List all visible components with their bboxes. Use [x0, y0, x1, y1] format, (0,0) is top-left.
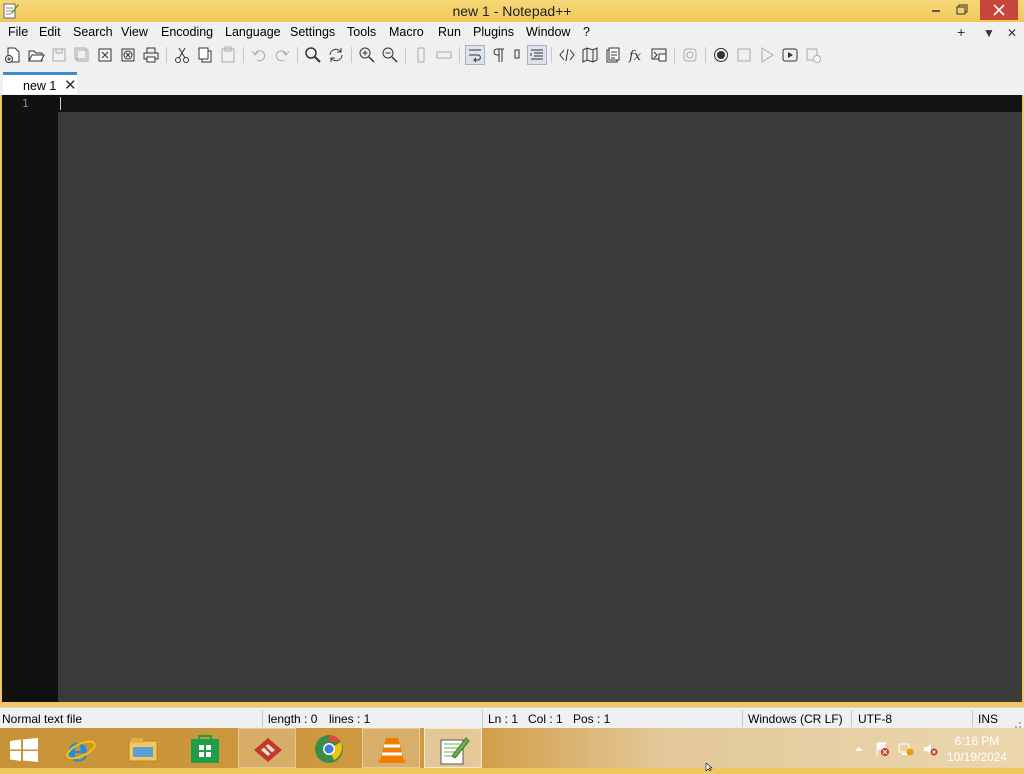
monitoring-icon[interactable] [650, 46, 668, 64]
status-insert-mode: INS [978, 712, 999, 726]
zoom-out-icon[interactable] [381, 46, 399, 64]
show-all-chars-icon[interactable] [490, 46, 508, 64]
close-all-icon[interactable] [119, 46, 137, 64]
start-button[interactable] [10, 738, 38, 762]
document-map-icon[interactable] [527, 45, 547, 65]
new-file-icon[interactable] [4, 46, 22, 64]
print-icon[interactable] [142, 46, 160, 64]
resize-grip-icon[interactable] [1014, 718, 1022, 728]
replace-icon[interactable] [327, 46, 345, 64]
menu-file[interactable]: File [8, 25, 28, 39]
menu-encoding[interactable]: Encoding [161, 25, 213, 39]
internet-explorer-icon[interactable]: e [52, 728, 110, 768]
redo-icon[interactable] [273, 46, 291, 64]
taskbar: e 6:16 PM 10/19/2024 [0, 728, 1024, 768]
menu-help[interactable]: ? [583, 25, 590, 39]
chrome-icon[interactable] [300, 728, 358, 768]
minimize-button[interactable] [925, 0, 947, 20]
mouse-cursor-icon [705, 760, 715, 772]
menu-tools[interactable]: Tools [347, 25, 376, 39]
current-line-highlight [58, 95, 1022, 112]
tab-close-button[interactable]: ✕ [64, 76, 77, 94]
title-bar[interactable]: new 1 - Notepad++ [0, 0, 1024, 22]
line-number: 1 [22, 97, 29, 110]
add-tab-button[interactable]: + [957, 24, 965, 40]
word-wrap-icon[interactable] [465, 45, 485, 65]
copy-icon[interactable] [196, 46, 214, 64]
document-list-icon[interactable]: fx [627, 46, 645, 64]
menu-edit[interactable]: Edit [39, 25, 61, 39]
status-ln: Ln : 1 [488, 712, 519, 726]
status-file-type: Normal text file [2, 712, 83, 726]
indent-guide-icon[interactable] [509, 46, 527, 64]
status-eol[interactable]: Windows (CR LF) [748, 712, 843, 726]
function-list-icon[interactable] [604, 46, 622, 64]
tab-bar: new 1 ✕ [0, 68, 1024, 95]
menu-search[interactable]: Search [73, 25, 113, 39]
macro-list-icon[interactable] [804, 46, 822, 64]
notepad-plus-plus-icon[interactable] [424, 728, 482, 768]
file-explorer-icon[interactable] [114, 728, 172, 768]
taskbar-clock[interactable]: 6:16 PM 10/19/2024 [944, 733, 1010, 765]
status-bar: Normal text file length : 0 lines : 1 Ln… [0, 707, 1024, 729]
store-icon[interactable] [176, 728, 234, 768]
menu-macro[interactable]: Macro [389, 25, 424, 39]
save-icon[interactable] [50, 46, 68, 64]
sync-vertical-icon[interactable] [412, 46, 430, 64]
user-defined-language-icon[interactable] [558, 46, 576, 64]
stop-macro-icon[interactable] [712, 46, 730, 64]
save-macro-icon[interactable] [781, 46, 799, 64]
filezilla-icon[interactable] [238, 728, 296, 768]
status-pos: Pos : 1 [573, 712, 611, 726]
menu-bar: File Edit Search View Encoding Language … [0, 22, 1024, 42]
paste-icon[interactable] [219, 46, 237, 64]
vlc-icon[interactable] [362, 728, 420, 768]
close-document-button[interactable]: ✕ [1007, 26, 1017, 40]
folder-as-workspace-icon[interactable] [581, 46, 599, 64]
restore-button[interactable] [950, 0, 974, 20]
menu-run[interactable]: Run [438, 25, 461, 39]
toolbar: fx [0, 42, 1024, 68]
menu-window[interactable]: Window [526, 25, 570, 39]
list-tabs-button[interactable]: ▼ [983, 26, 995, 40]
find-icon[interactable] [304, 46, 322, 64]
status-length: length : 0 [268, 712, 318, 726]
volume-muted-icon[interactable] [922, 741, 938, 757]
cut-icon[interactable] [173, 46, 191, 64]
close-window-button[interactable] [980, 0, 1018, 20]
clock-date: 10/19/2024 [946, 750, 1008, 764]
undo-icon[interactable] [250, 46, 268, 64]
menu-plugins[interactable]: Plugins [473, 25, 514, 39]
open-file-icon[interactable] [27, 46, 45, 64]
status-lines: lines : 1 [329, 712, 371, 726]
record-macro-icon[interactable] [681, 46, 699, 64]
menu-settings[interactable]: Settings [290, 25, 335, 39]
close-icon[interactable] [96, 46, 114, 64]
status-encoding[interactable]: UTF-8 [858, 712, 892, 726]
svg-text:fx: fx [628, 49, 642, 64]
action-center-icon[interactable] [874, 741, 890, 757]
run-macro-multiple-icon[interactable] [758, 46, 776, 64]
tab-new-1[interactable]: new 1 ✕ [3, 72, 77, 94]
save-all-icon[interactable] [73, 46, 91, 64]
line-number-gutter[interactable]: 1 [2, 95, 58, 702]
menu-language[interactable]: Language [225, 25, 281, 39]
sync-horizontal-icon[interactable] [435, 46, 453, 64]
network-icon[interactable] [898, 741, 914, 757]
zoom-in-icon[interactable] [358, 46, 376, 64]
text-caret [60, 97, 61, 110]
clock-time: 6:16 PM [954, 734, 1000, 748]
editor-area[interactable]: 1 [2, 95, 1022, 702]
tab-label: new 1 [23, 79, 57, 93]
play-macro-icon[interactable] [735, 46, 753, 64]
status-col: Col : 1 [528, 712, 563, 726]
window-title: new 1 - Notepad++ [452, 3, 572, 19]
menu-view[interactable]: View [121, 25, 148, 39]
show-hidden-icons-icon[interactable] [851, 741, 867, 757]
